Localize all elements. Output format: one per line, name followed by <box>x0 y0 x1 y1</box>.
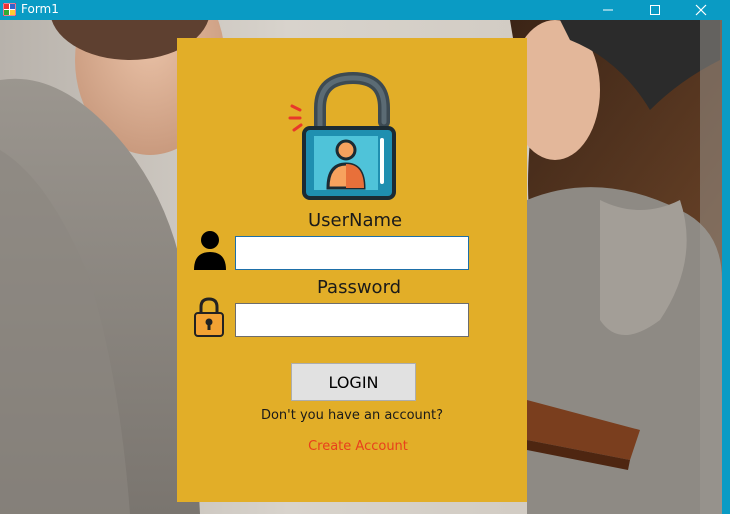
login-button[interactable]: LOGIN <box>291 363 416 401</box>
close-icon <box>695 4 707 16</box>
login-panel: UserName Password LOGIN Don't you have a… <box>177 38 527 502</box>
window-title: Form1 <box>21 2 59 16</box>
person-icon <box>194 231 226 270</box>
padlock-icon <box>194 297 224 337</box>
minimize-icon <box>603 9 613 11</box>
maximize-button[interactable] <box>632 0 678 20</box>
window-border <box>722 20 730 514</box>
form-client-area: UserName Password LOGIN Don't you have a… <box>0 20 722 514</box>
title-bar: Form1 <box>0 0 730 20</box>
app-icon[interactable] <box>3 3 16 16</box>
create-account-link[interactable]: Create Account <box>177 439 539 454</box>
username-input[interactable] <box>235 236 469 270</box>
password-input[interactable] <box>235 303 469 337</box>
minimize-button[interactable] <box>585 0 631 20</box>
account-prompt: Don't you have an account? <box>260 408 444 423</box>
close-button[interactable] <box>678 0 724 20</box>
maximize-icon <box>650 5 660 15</box>
lock-user-icon <box>288 72 396 200</box>
password-label: Password <box>317 277 402 298</box>
username-label: UserName <box>308 210 403 231</box>
